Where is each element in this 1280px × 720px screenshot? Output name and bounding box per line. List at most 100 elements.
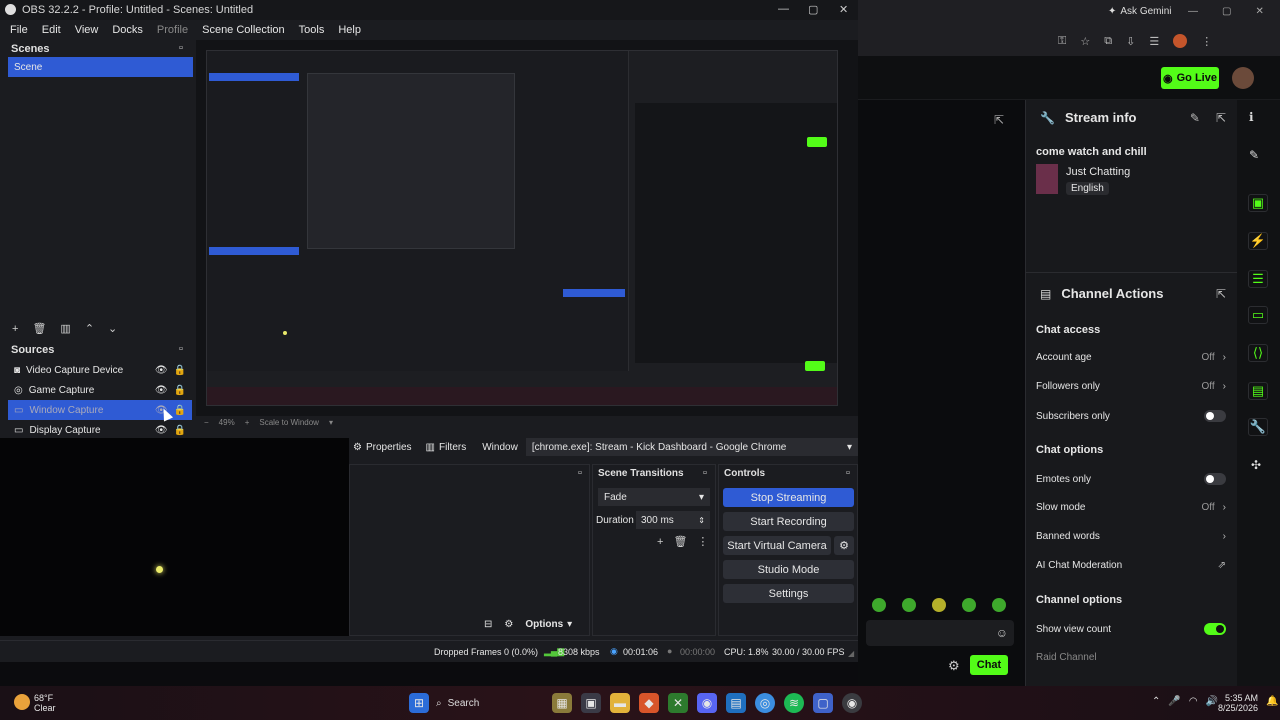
notification-icon[interactable]: 🔔 [1266, 696, 1278, 707]
lock-icon[interactable]: 🔒 [174, 425, 186, 436]
avatar[interactable] [1232, 67, 1254, 89]
lock-icon[interactable]: 🔒 [174, 385, 186, 396]
filter-icon[interactable]: ▥ [60, 322, 70, 335]
emoji-icon[interactable]: ☺ [996, 626, 1008, 640]
edit-icon[interactable]: ✎ [1190, 111, 1200, 125]
more-icon[interactable]: ⋮ [1201, 35, 1212, 48]
minimize-icon[interactable]: — [1188, 6, 1198, 17]
options-button[interactable]: Options ▾ [525, 619, 572, 630]
app-icon[interactable]: ▢ [813, 693, 833, 713]
chat-icon[interactable]: ▭ [1248, 306, 1268, 324]
source-item[interactable]: ▭ Display Capture 👁 🔒 [8, 420, 192, 440]
add-icon[interactable]: + [657, 536, 663, 548]
show-view-count-toggle[interactable] [1204, 623, 1226, 635]
menu-profile[interactable]: Profile [157, 24, 188, 36]
clock[interactable]: 5:35 AM 8/25/2026 [1208, 693, 1258, 713]
trash-icon[interactable]: 🗑 [673, 535, 687, 548]
popout-icon[interactable]: ⇱ [1216, 287, 1226, 301]
xbox-icon[interactable]: ✕ [668, 693, 688, 713]
undock-icon[interactable]: ▫ [578, 467, 582, 479]
chevron-down-icon[interactable]: ▾ [329, 418, 333, 427]
ai-moderation-row[interactable]: AI Chat Moderation ⇗ [1036, 560, 1226, 571]
properties-button[interactable]: Properties [366, 442, 412, 453]
undock-icon[interactable]: ▫ [703, 467, 707, 479]
chrome-icon[interactable]: ◎ [755, 693, 775, 713]
minimize-icon[interactable]: — [778, 3, 789, 15]
ask-gemini-button[interactable]: ✦ Ask Gemini [1108, 6, 1172, 17]
preview-canvas[interactable] [206, 50, 838, 406]
zoom-out-icon[interactable]: − [204, 418, 209, 427]
discord-icon[interactable]: ◉ [697, 693, 717, 713]
add-icon[interactable]: + [12, 323, 18, 335]
password-icon[interactable]: ⚿ [1058, 35, 1066, 48]
task-view-icon[interactable]: ▣ [581, 693, 601, 713]
spotify-icon[interactable]: ≋ [784, 693, 804, 713]
undock-icon[interactable]: ▫ [179, 42, 183, 54]
subscribers-only-toggle[interactable] [1204, 410, 1226, 422]
reading-list-icon[interactable]: ☰ [1149, 35, 1159, 48]
extensions-icon[interactable]: ⧉ [1104, 35, 1112, 48]
studio-mode-button[interactable]: Studio Mode [723, 560, 854, 579]
zoom-in-icon[interactable]: + [245, 418, 250, 427]
banned-words-row[interactable]: Banned words › [1036, 531, 1226, 542]
duration-spinbox[interactable]: 300 ms ⇕ [636, 511, 710, 529]
emote-icon[interactable] [932, 598, 946, 612]
app-icon[interactable]: ◆ [639, 693, 659, 713]
lock-icon[interactable]: 🔒 [174, 405, 186, 416]
close-icon[interactable]: ✕ [839, 3, 848, 16]
eye-icon[interactable]: 👁 [155, 425, 168, 436]
menu-scene-collection[interactable]: Scene Collection [202, 24, 285, 36]
source-item[interactable]: ◙ Video Capture Device 👁 🔒 [8, 360, 192, 380]
taskbar-search[interactable]: ⌕ Search [436, 693, 546, 713]
wifi-icon[interactable]: ◠ [1189, 696, 1198, 707]
mixer-layout-icon[interactable]: ⊟ [484, 619, 492, 630]
undock-icon[interactable]: ▫ [179, 343, 183, 355]
layout-icon[interactable]: ▤ [1248, 382, 1268, 400]
popout-icon[interactable]: ⇱ [994, 113, 1004, 127]
menu-view[interactable]: View [75, 24, 99, 36]
bookmark-icon[interactable]: ☆ [1080, 35, 1090, 48]
chat-input[interactable]: ☺ [866, 620, 1014, 646]
microphone-icon[interactable]: 🎤 [1168, 696, 1180, 707]
file-explorer-icon[interactable]: ▬ [610, 693, 630, 713]
emotes-only-toggle[interactable] [1204, 473, 1226, 485]
emote-icon[interactable] [902, 598, 916, 612]
store-icon[interactable]: ▤ [726, 693, 746, 713]
start-icon[interactable]: ⊞ [409, 693, 429, 713]
go-live-button[interactable]: ◉ Go Live [1161, 67, 1219, 89]
download-icon[interactable]: ⇩ [1126, 35, 1135, 48]
more-icon[interactable]: ⋮ [697, 535, 708, 548]
source-item[interactable]: ◎ Game Capture 👁 🔒 [8, 380, 192, 400]
eye-icon[interactable]: 👁 [155, 385, 168, 396]
eye-icon[interactable]: 👁 [155, 365, 168, 376]
start-recording-button[interactable]: Start Recording [723, 512, 854, 531]
profile-avatar[interactable] [1173, 34, 1188, 48]
slow-mode-row[interactable]: Slow mode Off › [1036, 502, 1226, 513]
stream-icon[interactable]: ▣ [1248, 194, 1268, 212]
info-icon[interactable]: ℹ [1249, 110, 1254, 124]
mixer-settings-icon[interactable]: ⚙ [504, 619, 513, 630]
window-select[interactable]: [chrome.exe]: Stream - Kick Dashboard - … [525, 438, 858, 456]
bolt-icon[interactable]: ⚡ [1248, 232, 1268, 250]
weather-widget[interactable]: 68°F Clear [34, 693, 56, 713]
menu-docks[interactable]: Docks [112, 24, 143, 36]
scale-mode[interactable]: Scale to Window [259, 418, 319, 427]
stop-streaming-button[interactable]: Stop Streaming [723, 488, 854, 507]
emote-icon[interactable] [962, 598, 976, 612]
obs-icon[interactable]: ◉ [842, 693, 862, 713]
chevron-down-icon[interactable]: ⌄ [108, 322, 117, 335]
resize-grip-icon[interactable]: ◢ [848, 649, 854, 658]
chat-send-button[interactable]: Chat [970, 655, 1008, 675]
emote-icon[interactable] [872, 598, 886, 612]
popout-icon[interactable]: ⇱ [1216, 111, 1226, 125]
chevron-up-icon[interactable]: ⌃ [1152, 696, 1160, 707]
menu-tools[interactable]: Tools [299, 24, 325, 36]
lock-icon[interactable]: 🔒 [174, 365, 186, 376]
maximize-icon[interactable]: ▢ [808, 3, 818, 16]
menu-help[interactable]: Help [338, 24, 361, 36]
widgets-icon[interactable]: ▦ [552, 693, 572, 713]
scene-item[interactable]: Scene [8, 57, 193, 77]
transition-select[interactable]: Fade ▾ [598, 488, 710, 506]
settings-button[interactable]: Settings [723, 584, 854, 603]
undock-icon[interactable]: ▫ [846, 467, 850, 479]
